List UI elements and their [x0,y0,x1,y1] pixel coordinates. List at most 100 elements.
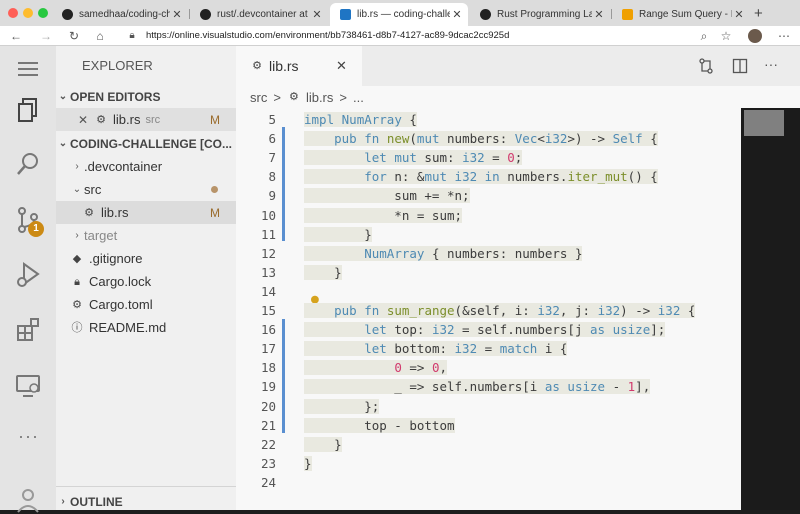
code-line[interactable]: let top: i32 = self.numbers[j as usize]; [304,322,666,338]
modified-badge: M [210,112,220,127]
new-tab-button[interactable]: + [754,5,763,22]
more-menu-icon[interactable]: ⋯ [776,28,792,44]
home-icon[interactable]: ⌂ [92,28,108,44]
code-line[interactable]: pub fn sum_range(&self, i: i32, j: i32) … [304,303,696,318]
code-line[interactable]: NumArray { numbers: numbers } [304,245,583,261]
code-line[interactable]: _ => self.numbers[i as usize - 1], [304,379,651,395]
browser-tab-2[interactable]: rust/.devcontainer at master ✕ [190,3,328,26]
chevron-down-icon: ⌄ [58,138,68,149]
modified-dot-icon [211,186,218,193]
change-marker [282,127,285,241]
browser-tab-5[interactable]: Range Sum Query - Immutal ✕ [612,3,750,26]
code-line[interactable]: let mut sum: i32 = 0; [304,150,523,166]
bookmark-star-icon[interactable]: ☆ [718,28,734,44]
maximize-window-button[interactable] [38,8,48,18]
tree-item-src[interactable]: ⌄ src [56,178,236,201]
open-changes-icon[interactable] [698,58,714,74]
line-number: 11 [260,226,276,242]
code-line[interactable] [304,284,312,299]
tree-item-gitignore[interactable]: ◆ .gitignore [56,247,236,270]
tree-item-cargo-toml[interactable]: ⚙ Cargo.toml [56,293,236,316]
rust-file-icon: ⚙ [252,60,262,72]
breadcrumb-file[interactable]: lib.rs [306,90,333,105]
files-icon[interactable] [14,96,42,124]
open-editor-item[interactable]: ✕ ⚙ lib.rs src M [56,108,236,131]
profile-avatar[interactable] [748,29,762,43]
line-number: 19 [260,379,276,395]
code-line[interactable]: for n: &mut i32 in numbers.iter_mut() { [304,169,658,185]
extensions-icon[interactable] [14,316,42,344]
tree-item-target[interactable]: › target [56,224,236,247]
tree-item-cargo-lock[interactable]: 🔒︎ Cargo.lock [56,270,236,293]
split-editor-icon[interactable] [732,58,748,74]
close-tab-icon[interactable]: ✕ [336,58,347,74]
editor-tab-strip: ⚙ lib.rs ✕ ··· [236,46,800,86]
breadcrumb-folder[interactable]: src [250,90,267,105]
code-line[interactable]: 0 => 0, [304,360,448,376]
modified-badge: M [210,205,220,220]
browser-tab-3-active[interactable]: lib.rs — coding-challenge [C ✕ [330,3,468,26]
code-line[interactable]: sum += *n; [304,188,470,204]
close-tab-icon[interactable]: ✕ [732,8,746,21]
close-tab-icon[interactable]: ✕ [170,8,184,21]
rust-file-icon: ⚙ [84,206,94,219]
code-line[interactable]: } [304,264,342,280]
more-actions-icon[interactable]: ··· [764,56,778,72]
browser-tab-4[interactable]: Rust Programming Language ✕ [470,3,610,26]
close-tab-icon[interactable]: ✕ [310,8,324,21]
reload-icon[interactable]: ↻ [66,28,82,44]
code-line[interactable]: } [304,455,312,471]
close-icon[interactable]: ✕ [78,113,94,127]
code-line[interactable]: } [304,436,342,452]
code-line[interactable]: }; [304,398,380,414]
tree-item-readme[interactable]: ⓘ README.md [56,316,236,339]
minimap-slider[interactable] [744,110,784,136]
remote-explorer-icon[interactable] [14,372,42,400]
more-views-icon[interactable]: ··· [18,426,39,447]
workspace-section[interactable]: ⌄ CODING-CHALLENGE [CO... [56,132,236,155]
line-number: 14 [260,283,276,299]
editor-tab-lib-rs[interactable]: ⚙ lib.rs ✕ [236,46,362,86]
explorer-title: EXPLORER [82,58,153,73]
code-line[interactable]: } [304,226,372,242]
breadcrumb: src > ⚙ lib.rs > ... [236,86,800,108]
code-line[interactable] [304,475,312,490]
change-marker [282,319,285,433]
zoom-icon[interactable]: ⌕ [696,28,712,44]
url-field[interactable]: https://online.visualstudio.com/environm… [146,30,509,41]
code-line[interactable]: top - bottom [304,417,455,433]
vscode-icon [340,9,351,20]
back-arrow-icon[interactable]: ← [8,28,24,44]
code-line[interactable]: pub fn new(mut numbers: Vec<i32>) -> Sel… [304,131,658,147]
tree-item-devcontainer[interactable]: › .devcontainer [56,155,236,178]
browser-tab-1[interactable]: samedhaa/coding-challeng ✕ [52,3,188,26]
run-debug-icon[interactable] [14,260,42,288]
code-line[interactable]: let bottom: i32 = match i { [304,341,568,357]
code-editor[interactable]: ● 5 impl NumArray {6 pub fn new(mut numbe… [236,108,741,510]
line-number: 7 [268,150,276,166]
close-tab-icon[interactable]: ✕ [592,8,606,21]
chevron-right-icon: › [75,161,79,172]
minimize-window-button[interactable] [23,8,33,18]
info-file-icon: ⓘ [71,321,83,334]
open-editors-section[interactable]: ⌄ OPEN EDITORS [56,85,236,108]
github-icon [200,9,211,20]
line-number: 20 [260,398,276,414]
line-number: 9 [268,188,276,204]
chevron-right-icon: › [61,496,65,507]
code-line[interactable]: *n = sum; [304,207,463,223]
line-number: 13 [260,264,276,280]
chevron-down-icon: ⌄ [72,184,82,195]
editor-area: ⚙ lib.rs ✕ ··· src > ⚙ lib.rs > ... ● 5i… [236,46,800,510]
minimap[interactable] [741,108,800,510]
forward-arrow-icon[interactable]: → [38,28,54,44]
leetcode-icon [622,9,633,20]
close-window-button[interactable] [8,8,18,18]
chevron-down-icon: ⌄ [58,91,68,102]
menu-icon[interactable] [18,62,38,64]
tree-item-lib-rs[interactable]: ⚙ lib.rs M [56,201,236,224]
code-line[interactable]: impl NumArray { [304,112,417,127]
search-icon[interactable] [14,150,42,178]
close-tab-icon[interactable]: ✕ [450,8,464,21]
breadcrumb-more[interactable]: ... [353,90,364,105]
